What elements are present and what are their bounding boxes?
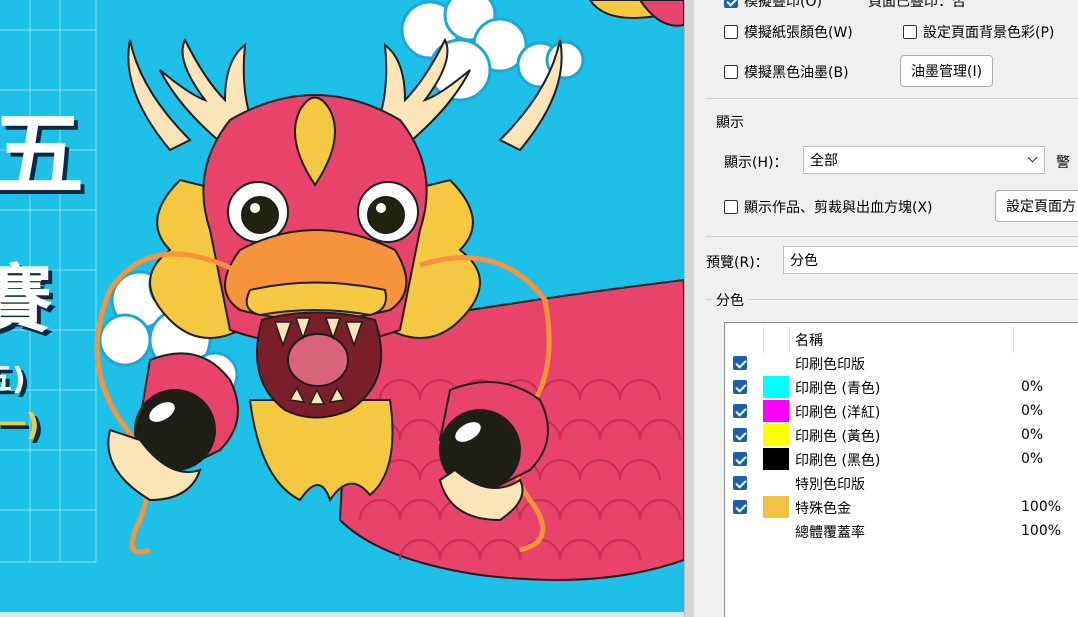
color-swatch xyxy=(763,496,789,518)
separation-coverage: 0% xyxy=(1021,403,1044,419)
color-swatch xyxy=(763,448,789,470)
dragon-illustration xyxy=(0,0,684,617)
simulate-paper-label: 模擬紙張顏色(W) xyxy=(744,25,853,41)
display-group-bottom xyxy=(706,236,1078,237)
separation-coverage: 100% xyxy=(1021,523,1062,539)
column-divider xyxy=(789,327,790,353)
warning-label-row: 警 xyxy=(1056,152,1070,172)
table-row[interactable]: 特別色印版 xyxy=(725,471,1078,495)
separation-name: 印刷色 (青色) xyxy=(795,381,881,397)
show-art-trim-label: 顯示作品、剪裁與出血方塊(X) xyxy=(744,200,933,216)
simulate-overprint-row[interactable]: 模擬疊印(O) xyxy=(724,0,822,11)
column-divider xyxy=(763,327,764,353)
output-preview-dialog: 模擬疊印(O) 頁面已疊印：否 模擬紙張顏色(W) 設定頁面背景色彩(P) 模擬… xyxy=(694,0,1078,617)
title-glyph-competition: 賽 xyxy=(0,257,52,343)
separation-name: 印刷色 (黑色) xyxy=(795,453,881,469)
simulate-paper-checkbox[interactable] xyxy=(724,25,738,39)
separations-table[interactable]: 名稱 印刷色印版 印刷色 (青色) 0% 印刷色 (洋紅) 0% 印刷色 (黃色) 0% 印刷… xyxy=(724,322,1078,617)
preview-label-row: 預覽(R)： xyxy=(706,252,769,272)
separation-coverage: 0% xyxy=(1021,451,1044,467)
display-label-row: 顯示(H)： xyxy=(724,152,787,172)
subtitle-glyph-one: (一) xyxy=(0,408,40,443)
separation-name: 印刷色 (洋紅) xyxy=(795,405,881,421)
page-bg-color-label: 設定頁面背景色彩(P) xyxy=(923,25,1055,41)
separation-name: 印刷色 (黃色) xyxy=(795,429,881,445)
simulate-paper-row[interactable]: 模擬紙張顏色(W) xyxy=(724,22,853,42)
table-row[interactable]: 印刷色 (洋紅) 0% xyxy=(725,399,1078,423)
preview-select-value: 分色 xyxy=(790,253,818,269)
splitter[interactable] xyxy=(684,0,694,617)
color-swatch xyxy=(763,400,789,422)
display-select[interactable]: 全部 xyxy=(803,146,1045,174)
page-overprint-status-label: 頁面已疊印：否 xyxy=(868,0,966,10)
page-overprint-status: 頁面已疊印：否 xyxy=(868,0,966,11)
page-bg-color-checkbox[interactable] xyxy=(903,25,917,39)
color-swatch xyxy=(763,424,789,446)
chevron-down-icon xyxy=(1027,152,1038,163)
separation-visibility-checkbox[interactable] xyxy=(733,380,747,394)
separation-visibility-checkbox[interactable] xyxy=(733,500,747,514)
table-row[interactable]: 特殊色金 100% xyxy=(725,495,1078,519)
display-label: 顯示(H)： xyxy=(724,155,788,171)
separation-visibility-checkbox[interactable] xyxy=(733,404,747,418)
title-glyph-five: 五 xyxy=(0,101,85,208)
table-row[interactable]: 印刷色 (黃色) 0% xyxy=(725,423,1078,447)
simulate-overprint-checkbox[interactable] xyxy=(724,0,738,8)
warning-label: 警 xyxy=(1056,155,1070,171)
display-group-title: 顯示 xyxy=(712,112,748,132)
separation-coverage: 100% xyxy=(1021,499,1062,515)
separation-visibility-checkbox[interactable] xyxy=(733,476,747,490)
separations-group-top xyxy=(706,299,1078,300)
preview-select[interactable]: 分色 xyxy=(783,246,1078,274)
color-swatch xyxy=(763,376,789,398)
separation-name: 特殊色金 xyxy=(795,501,851,517)
show-art-trim-row[interactable]: 顯示作品、剪裁與出血方塊(X) xyxy=(724,197,933,217)
separation-name: 特別色印版 xyxy=(795,477,865,493)
table-row[interactable]: 印刷色 (黑色) 0% xyxy=(725,447,1078,471)
simulate-black-row[interactable]: 模擬黑色油墨(B) xyxy=(724,62,849,82)
simulate-black-label: 模擬黑色油墨(B) xyxy=(744,65,849,81)
simulate-black-checkbox[interactable] xyxy=(724,65,738,79)
separation-visibility-checkbox[interactable] xyxy=(733,452,747,466)
table-row[interactable]: 印刷色印版 xyxy=(725,351,1078,375)
document-preview-canvas[interactable]: 五 賽 五) (一) xyxy=(0,0,684,617)
show-art-trim-checkbox[interactable] xyxy=(724,200,738,214)
preview-label: 預覽(R)： xyxy=(706,255,769,271)
simulate-overprint-label: 模擬疊印(O) xyxy=(744,0,822,10)
separation-coverage: 0% xyxy=(1021,427,1044,443)
separation-name: 印刷色印版 xyxy=(795,357,865,373)
table-row[interactable]: 印刷色 (青色) 0% xyxy=(725,375,1078,399)
subtitle-glyph-five: 五) xyxy=(0,362,26,397)
table-header: 名稱 xyxy=(725,327,1078,353)
set-page-boxes-button[interactable]: 設定頁面方 xyxy=(995,190,1078,222)
separation-visibility-checkbox[interactable] xyxy=(733,428,747,442)
separation-visibility-checkbox[interactable] xyxy=(733,356,747,370)
column-divider xyxy=(1013,327,1014,353)
ink-manager-button[interactable]: 油墨管理(I) xyxy=(900,55,994,87)
name-column-header[interactable]: 名稱 xyxy=(795,330,823,350)
table-row[interactable]: 總體覆蓋率 100% xyxy=(725,519,1078,543)
page-bg-color-row[interactable]: 設定頁面背景色彩(P) xyxy=(903,22,1054,42)
separations-group-title: 分色 xyxy=(712,290,748,310)
display-group-top xyxy=(706,98,1078,99)
separation-coverage: 0% xyxy=(1021,379,1044,395)
separation-name: 總體覆蓋率 xyxy=(795,525,865,541)
display-select-value: 全部 xyxy=(810,153,838,169)
